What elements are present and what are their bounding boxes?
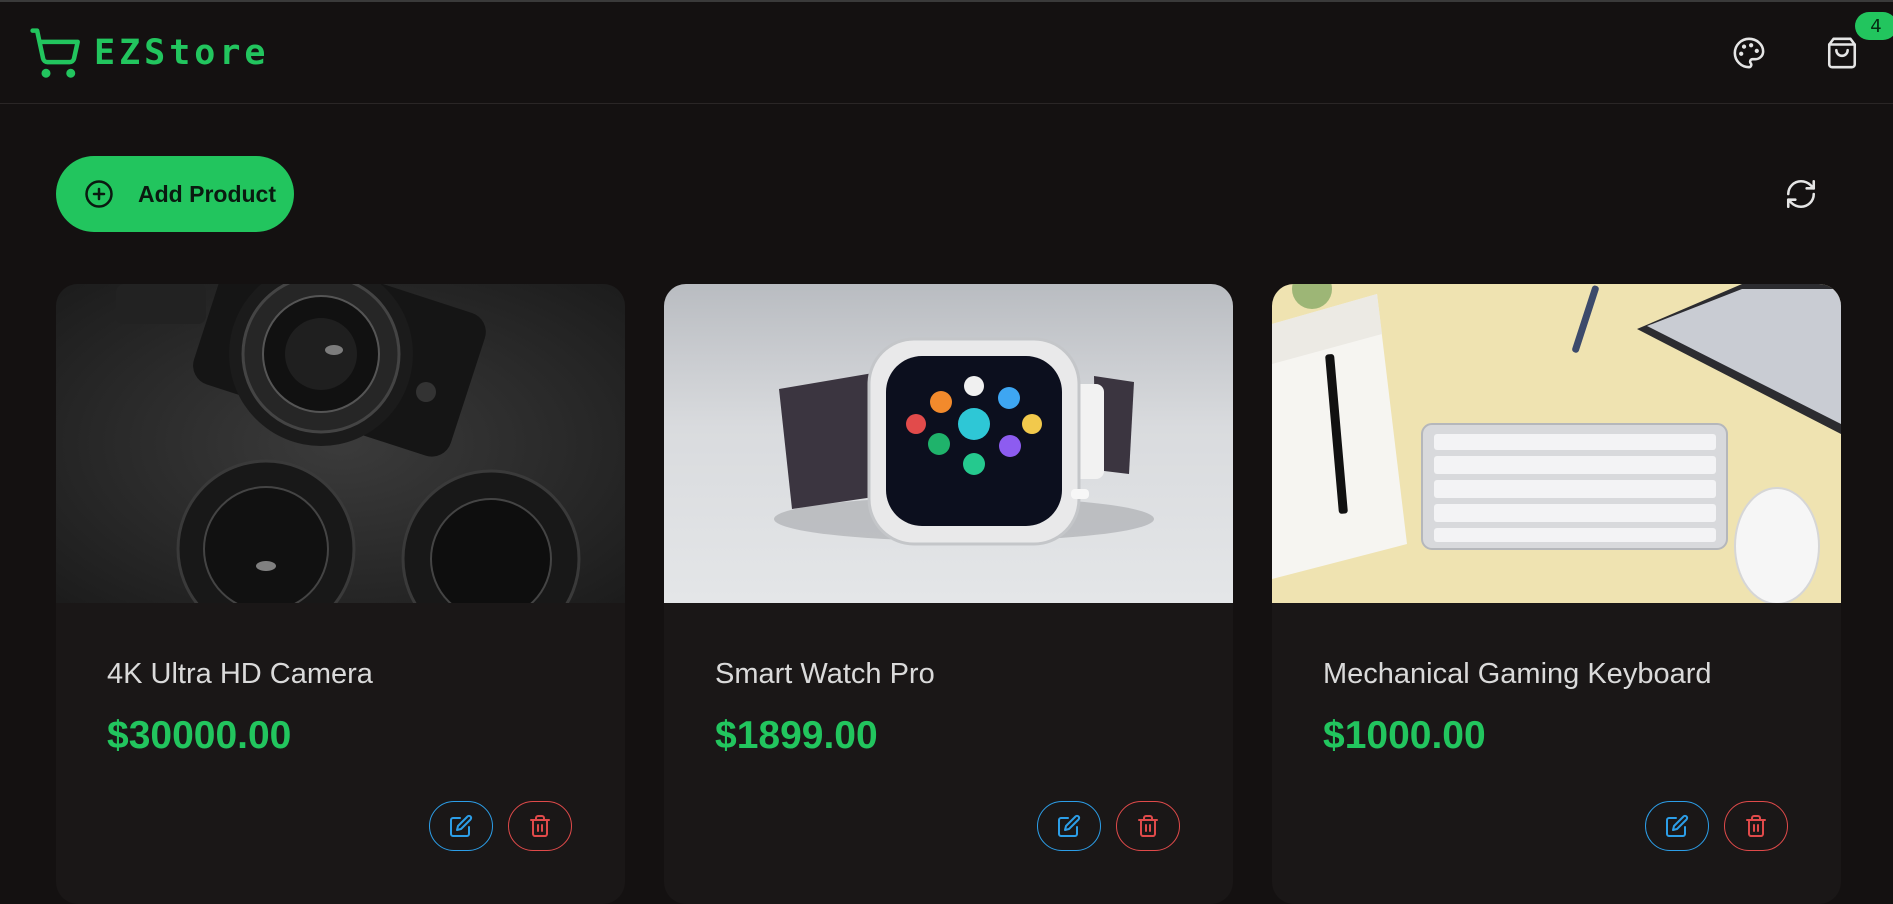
delete-button[interactable]: [1724, 801, 1788, 851]
product-card: Mechanical Gaming Keyboard $1000.00: [1272, 284, 1841, 904]
cart-count-badge: 4: [1855, 12, 1893, 40]
plus-circle-icon: [85, 180, 113, 208]
refresh-button[interactable]: [1773, 166, 1829, 222]
delete-button[interactable]: [1116, 801, 1180, 851]
trash-icon: [530, 815, 550, 837]
edit-icon: [450, 814, 473, 837]
brand-logo[interactable]: EZStore: [28, 26, 270, 80]
edit-button[interactable]: [1645, 801, 1709, 851]
smart-watch-photo: [664, 284, 1233, 603]
product-price: $1899.00: [715, 714, 878, 757]
brand-name: EZStore: [94, 33, 270, 73]
product-price: $30000.00: [107, 714, 292, 757]
shopping-bag-icon: [1827, 37, 1857, 69]
product-card: Smart Watch Pro $1899.00: [664, 284, 1233, 904]
trash-icon: [1138, 815, 1158, 837]
product-image[interactable]: [56, 284, 625, 603]
camera-lenses-photo: [56, 284, 625, 603]
shopping-cart-icon: [30, 28, 80, 78]
product-name: Smart Watch Pro: [715, 658, 935, 690]
add-product-label: Add Product: [138, 180, 276, 207]
product-name: 4K Ultra HD Camera: [107, 658, 373, 690]
refresh-icon: [1786, 179, 1816, 209]
keyboard-desk-photo: [1272, 284, 1841, 603]
edit-icon: [1666, 814, 1689, 837]
product-price: $1000.00: [1323, 714, 1486, 757]
delete-button[interactable]: [508, 801, 572, 851]
theme-button[interactable]: [1721, 25, 1777, 81]
add-product-button[interactable]: Add Product: [56, 156, 294, 232]
edit-icon: [1058, 814, 1081, 837]
navbar: EZStore 4: [0, 2, 1893, 104]
edit-button[interactable]: [1037, 801, 1101, 851]
edit-button[interactable]: [429, 801, 493, 851]
product-card: 4K Ultra HD Camera $30000.00: [56, 284, 625, 904]
palette-icon: [1733, 37, 1765, 69]
product-image[interactable]: [1272, 284, 1841, 603]
trash-icon: [1746, 815, 1766, 837]
product-image[interactable]: [664, 284, 1233, 603]
product-name: Mechanical Gaming Keyboard: [1323, 658, 1712, 690]
